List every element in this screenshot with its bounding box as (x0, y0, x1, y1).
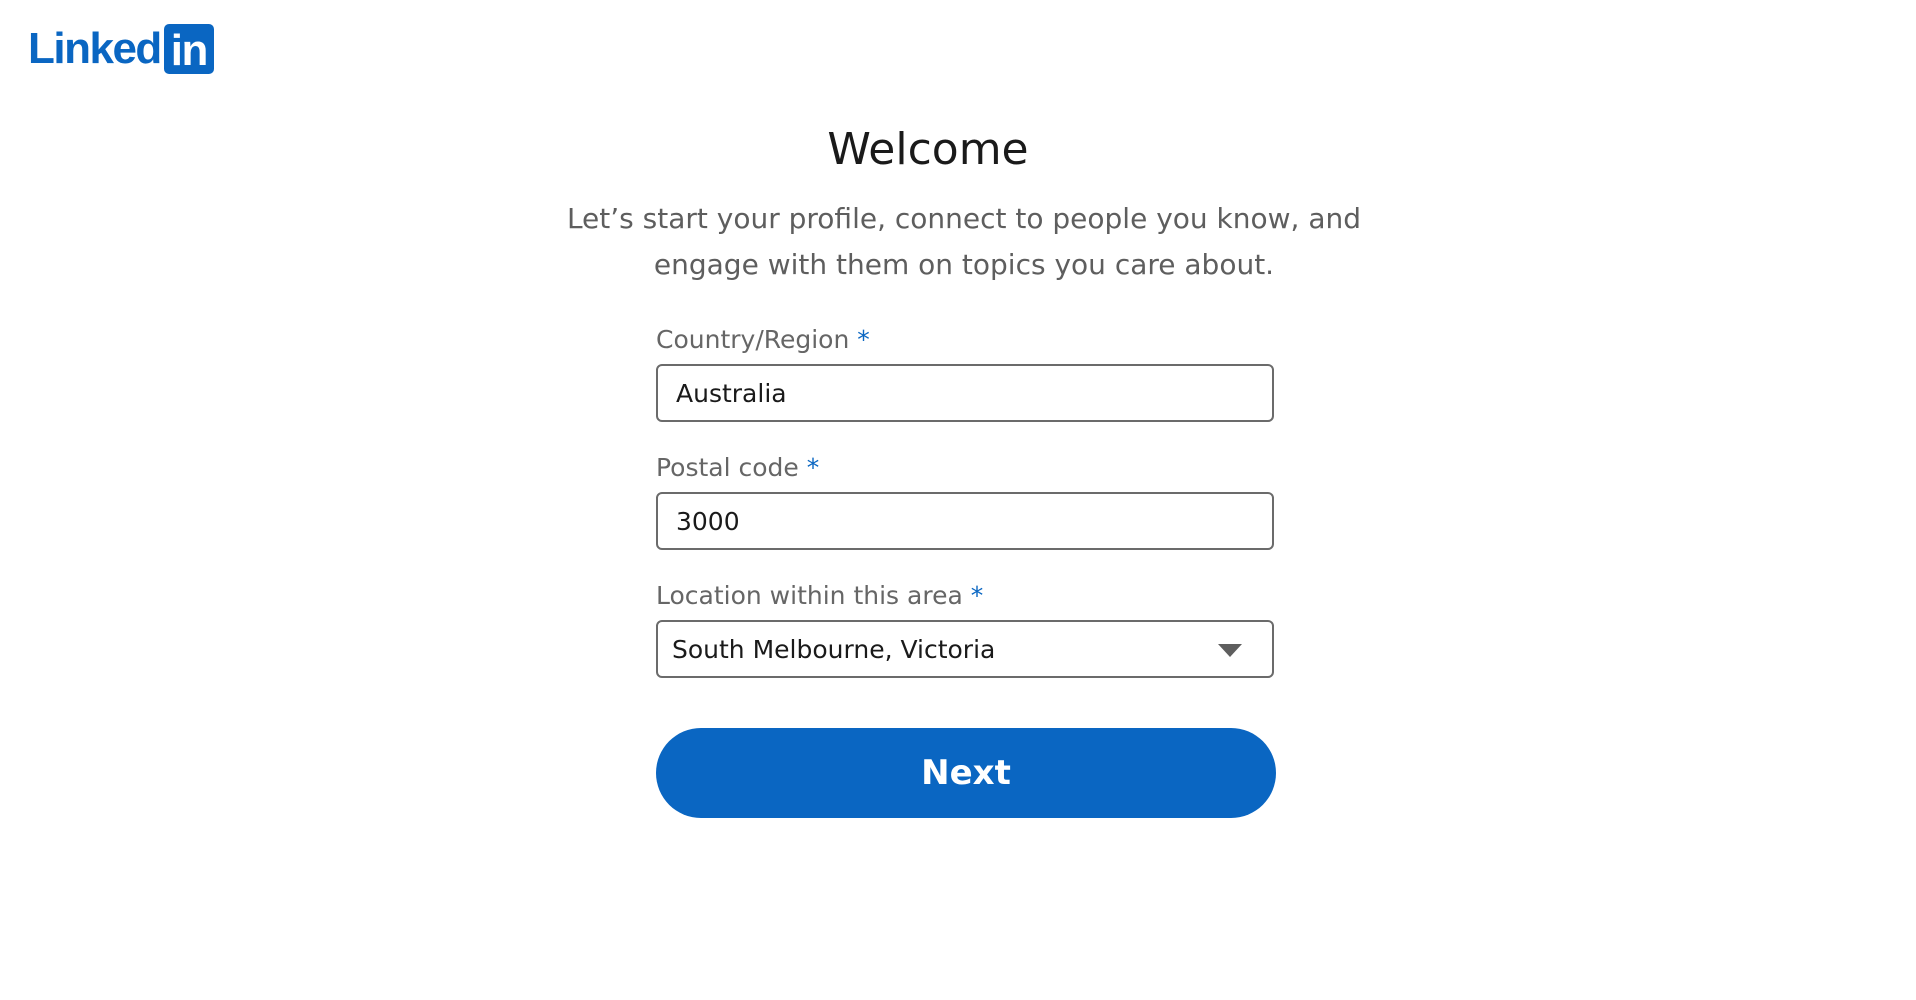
location-label: Location within this area * (656, 578, 1274, 620)
postal-required-mark: * (806, 453, 820, 482)
country-required-mark: * (857, 325, 870, 354)
postal-field-group: Postal code * (656, 450, 1274, 550)
logo-in-text: in (170, 26, 209, 75)
postal-label: Postal code * (656, 450, 1274, 492)
postal-code-input[interactable] (656, 492, 1274, 550)
next-button[interactable]: Next (656, 728, 1276, 818)
logo-in-box: in (163, 24, 214, 75)
location-field-group: Location within this area * South Melbou… (656, 578, 1274, 678)
location-select[interactable]: South Melbourne, Victoria (656, 620, 1274, 678)
page: Linked in Welcome Let’s start your profi… (0, 0, 1916, 1000)
linkedin-logo[interactable]: Linked in (28, 24, 214, 75)
page-title: Welcome (827, 124, 1029, 175)
postal-label-text: Postal code (656, 453, 799, 482)
location-required-mark: * (970, 581, 984, 610)
country-input[interactable] (656, 364, 1274, 422)
country-label-text: Country/Region (656, 325, 850, 354)
location-label-text: Location within this area (656, 581, 963, 610)
caret-down-icon (1218, 644, 1242, 657)
country-label: Country/Region * (656, 322, 1274, 364)
page-subtitle: Let’s start your profile, connect to peo… (566, 202, 1362, 281)
country-field-group: Country/Region * (656, 322, 1274, 422)
location-select-value: South Melbourne, Victoria (672, 634, 996, 664)
profile-form: Country/Region * Postal code * Location … (656, 322, 1276, 818)
logo-wordmark: Linked (28, 24, 162, 73)
